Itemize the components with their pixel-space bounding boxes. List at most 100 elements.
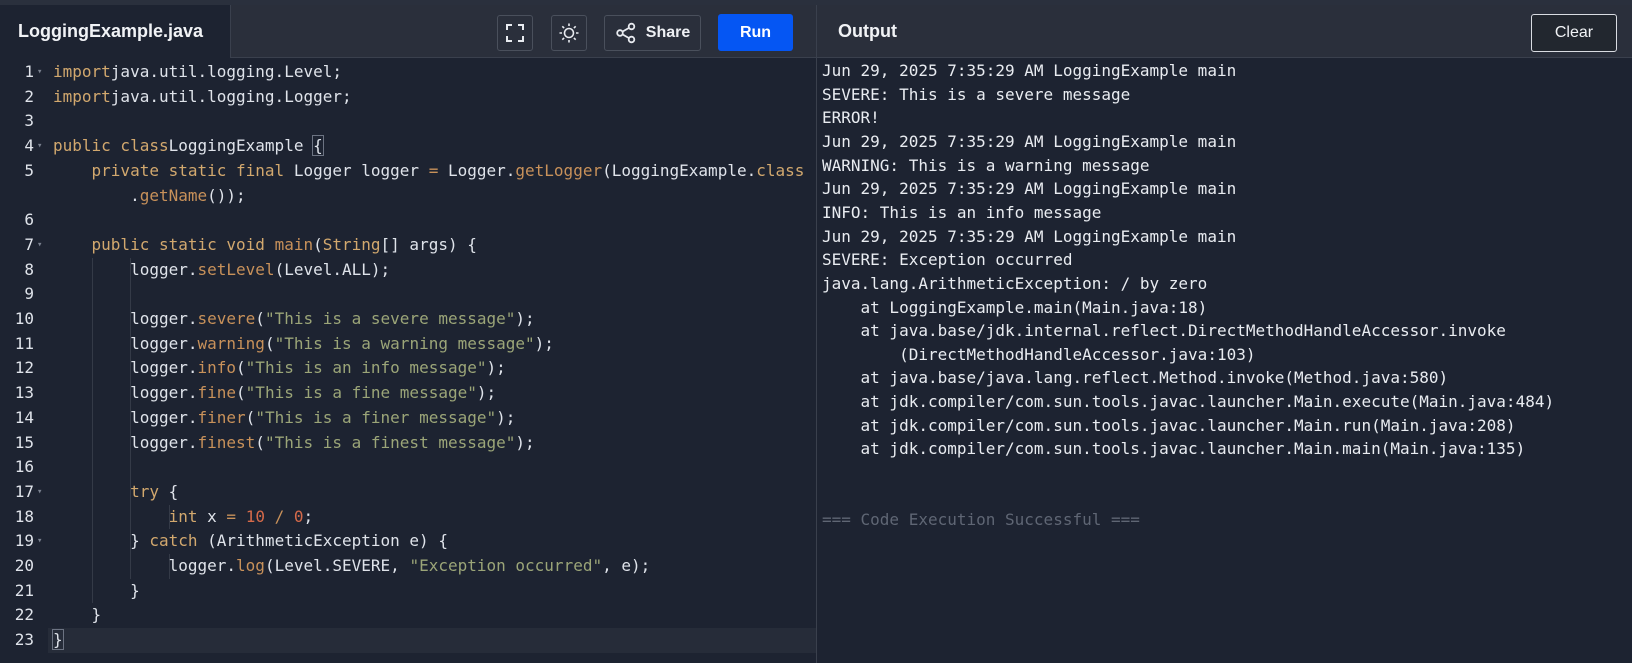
code-token: { <box>158 481 179 501</box>
code-token: finer <box>197 407 246 427</box>
line-number: 2 <box>24 86 34 106</box>
code-token: "Exception occurred" <box>409 556 603 575</box>
line-number: 16 <box>14 457 34 477</box>
code-token: ( <box>255 432 265 452</box>
line-number: 8 <box>24 259 34 279</box>
line-number: 3 <box>24 111 34 131</box>
code-token: } <box>53 580 140 600</box>
editor-toolbar: LoggingExample.java Share Run <box>0 5 816 58</box>
fold-chevron-icon[interactable]: ▾ <box>37 233 47 258</box>
sun-icon <box>559 23 579 43</box>
code-line: logger.log(Level.SEVERE, "Exception occu… <box>53 554 651 579</box>
code-token: setLevel <box>197 259 275 279</box>
line-number: 14 <box>14 407 34 427</box>
code-token: } <box>52 629 64 651</box>
share-button-label: Share <box>645 24 691 41</box>
output-line: SEVERE: This is a severe message <box>822 84 1131 104</box>
code-token: public class <box>53 136 169 156</box>
fold-chevron-icon[interactable]: ▾ <box>37 480 47 505</box>
code-token: } <box>53 605 102 625</box>
code-token: "This is a fine message" <box>245 383 477 403</box>
code-token: logger. <box>53 407 198 427</box>
output-line: at jdk.compiler/com.sun.tools.javac.laun… <box>822 439 1526 459</box>
code-token: getLogger <box>515 160 603 180</box>
code-token: "This is an info message" <box>245 358 487 378</box>
code-token: public static void <box>91 234 265 254</box>
fold-chevron-icon[interactable]: ▾ <box>37 60 47 85</box>
code-token: fine <box>197 383 237 403</box>
output-line: INFO: This is an info message <box>822 202 1102 222</box>
theme-toggle-button[interactable] <box>551 15 587 51</box>
code-line: logger.setLevel(Level.ALL); <box>53 258 390 283</box>
code-token: = <box>226 506 237 526</box>
code-token: finest <box>197 432 256 452</box>
code-editor[interactable]: 1 ▾ 2 3 4 ▾ 5 6 7 ▾ 8 9 10 11 12 13 14 15 16 17 ▾ 18 19 ▾ 20 21 22… <box>0 59 816 663</box>
code-token: log <box>236 556 265 575</box>
code-token: "This is a warning message" <box>274 333 535 353</box>
code-token: ( <box>236 358 246 378</box>
code-token: class <box>756 160 805 180</box>
line-number: 12 <box>14 358 34 378</box>
code-token: "This is a finest message" <box>264 432 516 452</box>
output-line: at java.base/jdk.internal.reflect.Direct… <box>822 321 1506 341</box>
output-title: Output <box>838 21 897 41</box>
clear-button[interactable]: Clear <box>1531 14 1617 52</box>
code-token: ( <box>313 234 323 254</box>
code-token: int <box>168 506 198 526</box>
fold-chevron-icon[interactable]: ▾ <box>37 529 47 554</box>
code-line: importjava.util.logging.Logger; <box>53 85 352 110</box>
output-line: ERROR! <box>822 108 880 128</box>
code-token: (ArithmeticException e) { <box>197 531 448 551</box>
share-icon <box>616 22 635 44</box>
line-number: 15 <box>14 432 34 452</box>
fullscreen-button[interactable] <box>497 15 533 51</box>
code-token: (LoggingExample. <box>602 160 757 180</box>
code-token: ( <box>245 407 256 427</box>
code-line: private static final Logger logger = Log… <box>53 159 805 184</box>
output-line: at jdk.compiler/com.sun.tools.javac.laun… <box>822 392 1555 412</box>
code-line: } <box>53 603 102 628</box>
code-token: ); <box>515 309 535 328</box>
code-token: } <box>53 531 150 551</box>
file-tab[interactable]: LoggingExample.java <box>0 5 231 58</box>
code-token: import <box>53 86 111 106</box>
line-number: 6 <box>24 210 34 230</box>
code-token: catch <box>149 531 198 551</box>
clear-button-label: Clear <box>1554 24 1594 41</box>
line-number: 21 <box>14 580 34 600</box>
code-line: } <box>53 579 140 604</box>
output-line: (DirectMethodHandleAccessor.java:103) <box>822 344 1256 364</box>
line-number: 10 <box>14 309 34 328</box>
code-token: (Level.ALL); <box>274 259 391 279</box>
code-token: logger. <box>53 383 198 403</box>
line-number: 13 <box>14 383 34 403</box>
code-token: "This is a severe message" <box>264 309 516 328</box>
line-number: 20 <box>14 556 34 575</box>
fold-chevron-icon[interactable]: ▾ <box>37 134 47 159</box>
code-token: logger. <box>53 556 237 575</box>
line-number: 18 <box>14 506 34 526</box>
code-token: ( <box>255 309 265 328</box>
output-line: SEVERE: Exception occurred <box>822 250 1073 270</box>
code-line: } <box>52 628 64 653</box>
code-token: getName <box>139 185 208 205</box>
code-token: . <box>53 185 140 205</box>
share-button[interactable]: Share <box>604 15 701 51</box>
code-token: severe <box>197 309 256 328</box>
code-token: ()); <box>207 185 246 205</box>
code-line: logger.severe("This is a severe message"… <box>53 307 535 332</box>
output-line: Jun 29, 2025 7:35:29 AM LoggingExample m… <box>822 226 1237 246</box>
code-token: String <box>322 234 381 254</box>
run-button[interactable]: Run <box>718 14 793 51</box>
line-number: 5 <box>24 160 34 180</box>
code-token: x <box>197 506 227 526</box>
code-token: (Level.SEVERE, <box>264 556 410 575</box>
code-token: , e); <box>602 556 651 575</box>
code-token: ); <box>486 358 506 378</box>
code-line: importjava.util.logging.Level; <box>53 60 342 85</box>
code-token: logger. <box>53 333 198 353</box>
code-token: java.util.logging.Level; <box>110 62 342 81</box>
